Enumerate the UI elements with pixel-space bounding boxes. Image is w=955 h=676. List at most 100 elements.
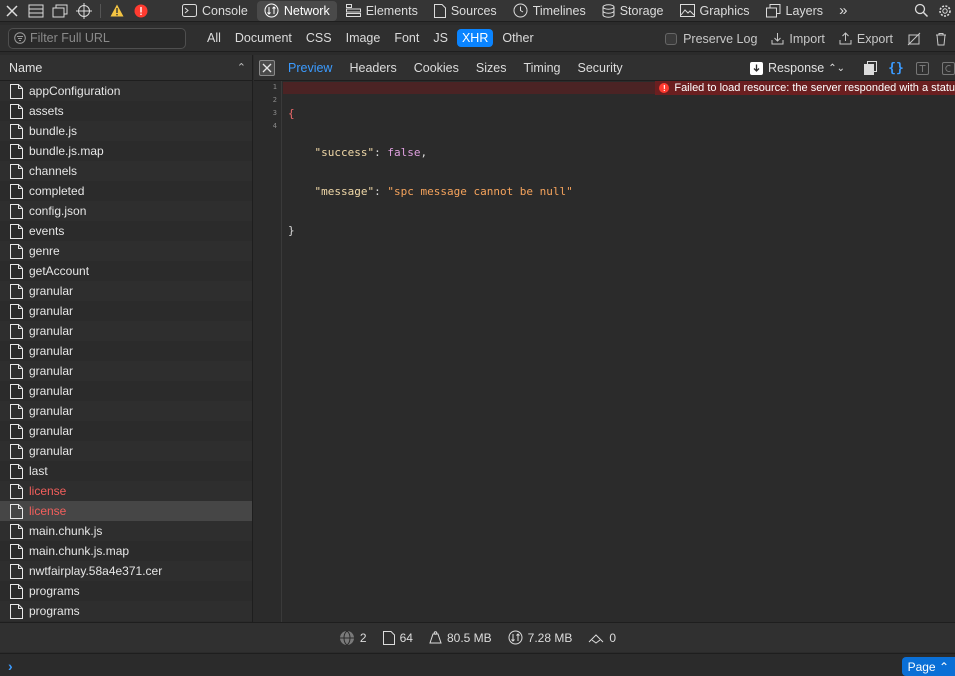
file-icon: [10, 363, 23, 379]
resource-row[interactable]: granular: [0, 381, 252, 401]
dock-bottom-icon[interactable]: [24, 0, 48, 22]
resource-name: granular: [29, 364, 74, 378]
resource-name: appConfiguration: [29, 84, 121, 98]
filter-type-image[interactable]: Image: [341, 29, 386, 47]
error-icon[interactable]: [129, 0, 153, 22]
import-button[interactable]: Import: [771, 32, 825, 46]
resource-row[interactable]: programs: [0, 581, 252, 601]
resource-row[interactable]: programs: [0, 601, 252, 621]
tab-storage[interactable]: Storage: [595, 1, 671, 21]
time-stat: 0: [588, 631, 616, 645]
gear-icon[interactable]: [937, 3, 953, 22]
tab-network[interactable]: Network: [256, 0, 337, 21]
resource-row[interactable]: last: [0, 461, 252, 481]
tab-sources[interactable]: Sources: [427, 1, 504, 21]
filter-type-css[interactable]: CSS: [301, 29, 337, 47]
inspect-target-icon[interactable]: [72, 0, 96, 22]
copy-icon[interactable]: [863, 61, 877, 75]
resource-row[interactable]: granular: [0, 341, 252, 361]
resource-row[interactable]: license: [0, 501, 252, 521]
more-tabs-button[interactable]: »: [832, 1, 854, 21]
tab-cookies[interactable]: Cookies: [414, 61, 459, 75]
warning-icon[interactable]: [105, 0, 129, 22]
tab-graphics[interactable]: Graphics: [673, 1, 757, 21]
response-select[interactable]: Response ⌃⌄: [749, 61, 845, 75]
size-value: 80.5 MB: [446, 630, 492, 645]
line-number: 4: [272, 122, 277, 130]
resource-name: granular: [29, 424, 74, 438]
file-icon: [10, 423, 23, 439]
code-view-icon[interactable]: [941, 61, 955, 75]
filter-type-xhr[interactable]: XHR: [456, 29, 494, 47]
resource-row[interactable]: granular: [0, 361, 252, 381]
preserve-log-checkbox[interactable]: Preserve Log: [665, 32, 757, 46]
filter-type-font[interactable]: Font: [389, 29, 424, 47]
code-line: {: [288, 107, 573, 120]
export-button[interactable]: Export: [839, 32, 893, 46]
tab-layers-label: Layers: [785, 3, 824, 18]
resource-row[interactable]: bundle.js.map: [0, 141, 252, 161]
close-detail-icon[interactable]: [259, 59, 275, 76]
tab-headers[interactable]: Headers: [349, 61, 396, 75]
resource-row[interactable]: completed: [0, 181, 252, 201]
resource-row[interactable]: channels: [0, 161, 252, 181]
json-braces-icon[interactable]: {}: [888, 61, 904, 76]
resource-row[interactable]: granular: [0, 421, 252, 441]
resource-row[interactable]: events: [0, 221, 252, 241]
tab-console[interactable]: Console: [175, 1, 255, 21]
file-icon: [10, 443, 23, 459]
close-icon[interactable]: [0, 0, 24, 22]
resource-row[interactable]: granular: [0, 281, 252, 301]
resource-row[interactable]: genre: [0, 241, 252, 261]
preserve-log-check-box[interactable]: [665, 32, 678, 45]
file-icon: [10, 303, 23, 319]
console-prompt-bar[interactable]: › Page ⌃: [0, 653, 955, 676]
tab-sources-label: Sources: [450, 3, 497, 18]
resource-row[interactable]: bundle.js: [0, 121, 252, 141]
resource-row[interactable]: nwtfairplay.58a4e371.cer: [0, 561, 252, 581]
resource-row[interactable]: appConfiguration: [0, 81, 252, 101]
tab-elements[interactable]: Elements: [339, 1, 425, 21]
resource-name: events: [29, 224, 65, 238]
page-context-button[interactable]: Page ⌃: [901, 657, 955, 676]
resource-row[interactable]: license: [0, 481, 252, 501]
filter-type-other[interactable]: Other: [497, 29, 538, 47]
resource-row[interactable]: granular: [0, 321, 252, 341]
tab-timelines[interactable]: Timelines: [506, 1, 593, 21]
tab-security[interactable]: Security: [578, 61, 623, 75]
undock-icon[interactable]: [48, 0, 72, 22]
text-view-icon[interactable]: [915, 61, 929, 75]
resource-row[interactable]: assets: [0, 101, 252, 121]
resource-row[interactable]: granular: [0, 441, 252, 461]
tab-preview[interactable]: Preview: [288, 61, 332, 75]
filter-type-document[interactable]: Document: [230, 29, 297, 47]
resource-row[interactable]: getAccount: [0, 261, 252, 281]
filter-type-js[interactable]: JS: [428, 29, 453, 47]
file-icon: [10, 463, 23, 479]
list-header-name[interactable]: Name ⌃: [0, 55, 252, 81]
tab-sizes[interactable]: Sizes: [476, 61, 507, 75]
search-icon[interactable]: [914, 3, 929, 21]
resource-row[interactable]: granular: [0, 401, 252, 421]
response-preview-editor[interactable]: 1 2 3 4 { "success": false, "message": "…: [254, 81, 955, 622]
resource-row[interactable]: main.chunk.js.map: [0, 541, 252, 561]
resource-name: nwtfairplay.58a4e371.cer: [29, 564, 163, 578]
file-icon: [10, 403, 23, 419]
sort-up-icon: ⌃: [236, 62, 246, 74]
code-line: "success": false,: [314, 146, 428, 159]
resource-name: granular: [29, 404, 74, 418]
filter-url-field[interactable]: [8, 27, 186, 49]
transferred-stat: 7.28 MB: [508, 630, 572, 645]
filter-url-input[interactable]: [30, 31, 180, 45]
resource-row[interactable]: main.chunk.js: [0, 521, 252, 541]
filter-type-all[interactable]: All: [202, 29, 226, 47]
resource-name: main.chunk.js.map: [29, 544, 130, 558]
resource-row[interactable]: config.json: [0, 201, 252, 221]
disable-cache-button[interactable]: [907, 32, 926, 46]
resource-row[interactable]: granular: [0, 301, 252, 321]
tab-layers[interactable]: Layers: [759, 1, 831, 21]
file-icon: [10, 483, 23, 499]
clear-log-button[interactable]: [934, 32, 953, 46]
top-toolbar: Console Network Elements Sources Timelin…: [0, 0, 955, 22]
tab-timing[interactable]: Timing: [523, 61, 560, 75]
